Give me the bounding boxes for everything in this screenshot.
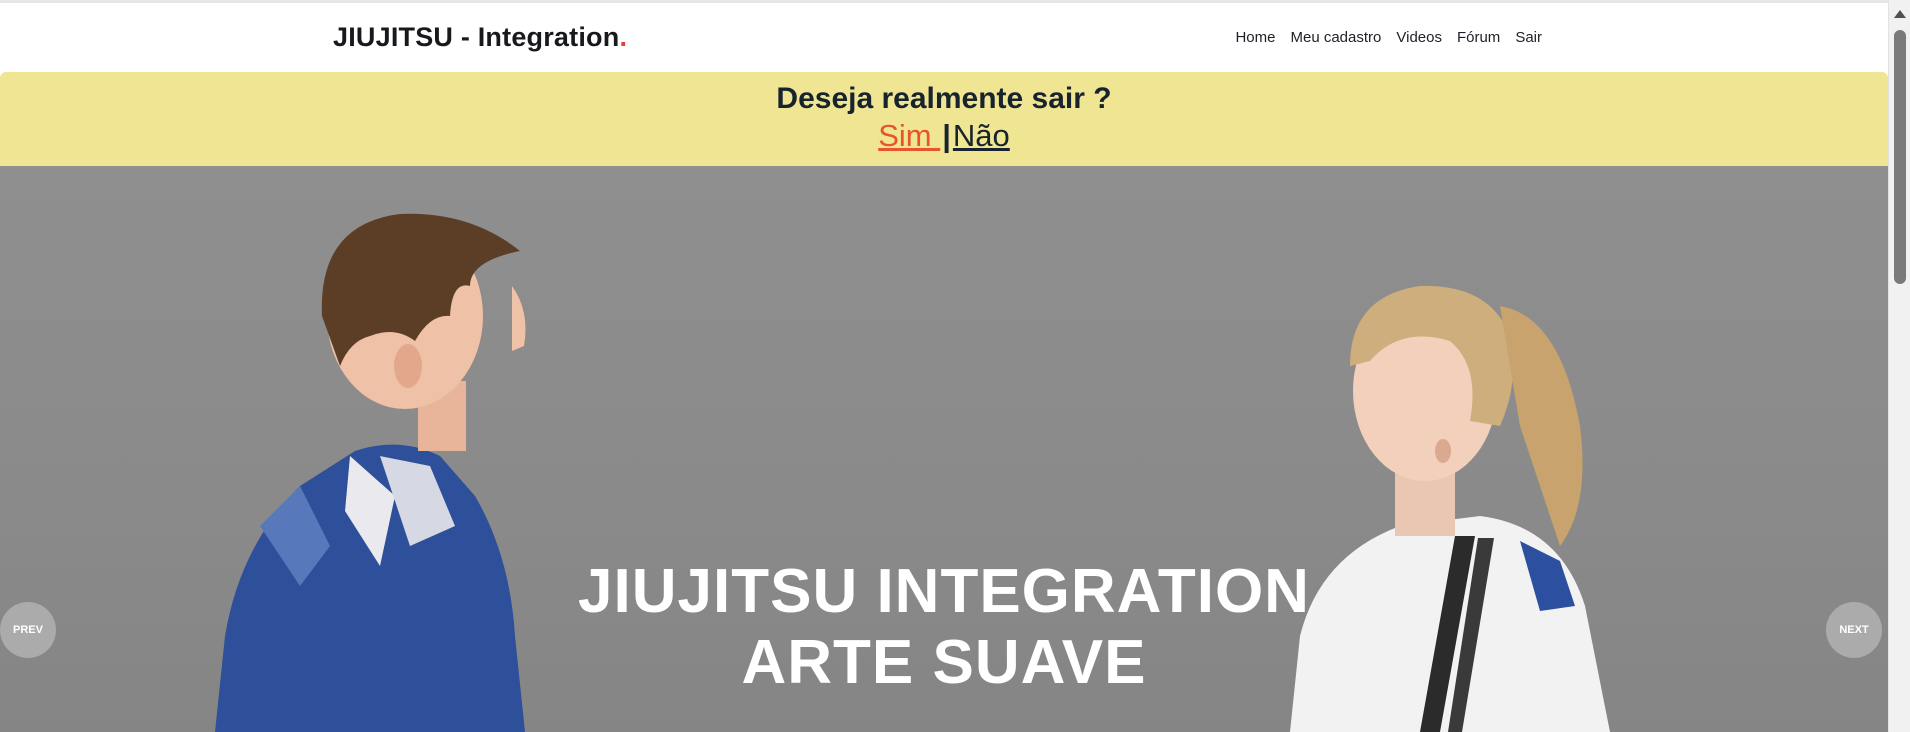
hero-slider: JIUJITSU INTEGRATION ARTE SUAVE PREV NEX… bbox=[0, 166, 1888, 732]
slider-prev-button[interactable]: PREV bbox=[0, 602, 56, 658]
logout-confirm-banner: Deseja realmente sair ? Sim |Não bbox=[0, 72, 1888, 166]
slider-next-button[interactable]: NEXT bbox=[1826, 602, 1882, 658]
hero-title-line1: JIUJITSU INTEGRATION bbox=[578, 557, 1310, 626]
main-nav: Home Meu cadastro Videos Fórum Sair bbox=[1235, 29, 1542, 46]
nav-videos-link[interactable]: Videos bbox=[1396, 29, 1442, 46]
top-navbar: JIUJITSU - Integration. Home Meu cadastr… bbox=[0, 0, 1888, 72]
confirm-question: Deseja realmente sair ? bbox=[776, 82, 1112, 115]
nav-sair-link[interactable]: Sair bbox=[1515, 29, 1542, 46]
scroll-thumb[interactable] bbox=[1894, 30, 1906, 284]
nav-home-link[interactable]: Home bbox=[1235, 29, 1275, 46]
prev-label: PREV bbox=[13, 624, 43, 636]
brand-text: JIUJITSU - Integration bbox=[333, 22, 620, 52]
hero-title-line2: ARTE SUAVE bbox=[741, 628, 1147, 697]
site-brand[interactable]: JIUJITSU - Integration. bbox=[333, 22, 627, 53]
hero-title: JIUJITSU INTEGRATION ARTE SUAVE bbox=[0, 556, 1888, 698]
nav-forum-link[interactable]: Fórum bbox=[1457, 29, 1500, 46]
confirm-no-link[interactable]: Não bbox=[953, 118, 1010, 153]
page-scrollbar[interactable] bbox=[1888, 0, 1910, 732]
scroll-up-arrow-icon[interactable] bbox=[1894, 10, 1906, 18]
brand-dot: . bbox=[619, 22, 628, 52]
nav-meu-cadastro-link[interactable]: Meu cadastro bbox=[1290, 29, 1381, 46]
next-label: NEXT bbox=[1839, 624, 1869, 636]
viewport: JIUJITSU - Integration. Home Meu cadastr… bbox=[0, 0, 1888, 732]
page: JIUJITSU - Integration. Home Meu cadastr… bbox=[0, 0, 1910, 732]
confirm-separator: | bbox=[942, 118, 951, 153]
confirm-yes-link[interactable]: Sim bbox=[878, 118, 940, 153]
confirm-options: Sim |Não bbox=[0, 117, 1888, 155]
